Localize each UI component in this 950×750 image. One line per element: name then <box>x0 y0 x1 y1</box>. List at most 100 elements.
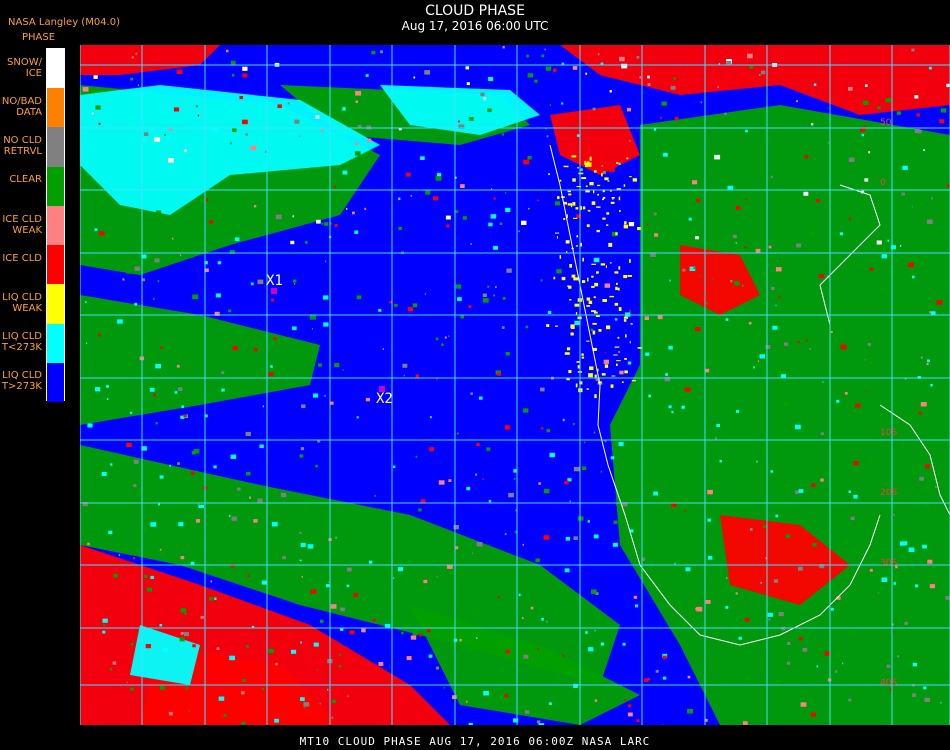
cloud-speckle <box>501 133 504 136</box>
cloud-speckle <box>424 293 426 295</box>
cloud-speckle <box>475 473 478 476</box>
cloud-speckle <box>130 77 134 81</box>
cloud-speckle <box>335 536 337 539</box>
cloud-speckle <box>180 632 184 635</box>
cloud-speckle <box>541 618 544 621</box>
cloud-speckle <box>796 100 798 103</box>
cloud-speckle <box>564 480 569 485</box>
cloud-speckle <box>912 662 917 667</box>
cloud-speckle <box>911 48 915 52</box>
cloud-speckle <box>876 240 882 245</box>
cloud-speckle <box>612 197 614 200</box>
cloud-speckle <box>219 549 221 552</box>
cloud-speckle <box>596 229 600 233</box>
cloud-speckle <box>543 488 550 494</box>
cloud-speckle <box>809 231 815 237</box>
cloud-speckle <box>133 557 136 560</box>
cloud-speckle <box>405 579 410 583</box>
cloud-speckle <box>578 172 584 175</box>
cloud-speckle <box>559 179 562 182</box>
cloud-speckle <box>834 653 841 658</box>
cloud-speckle <box>682 622 687 626</box>
cloud-speckle <box>155 422 158 425</box>
cloud-speckle <box>98 122 101 125</box>
cloud-speckle <box>527 156 532 160</box>
cloud-speckle <box>570 332 574 336</box>
cloud-speckle <box>742 721 748 725</box>
cloud-speckle <box>563 218 566 220</box>
cloud-speckle <box>538 482 541 485</box>
cloud-speckle <box>870 470 872 473</box>
cloud-speckle <box>543 535 550 540</box>
cloud-speckle <box>549 452 556 458</box>
legend-swatch <box>47 88 64 128</box>
cloud-speckle <box>594 629 596 632</box>
cloud-speckle <box>633 595 638 599</box>
cloud-speckle <box>497 596 500 599</box>
cloud-speckle <box>592 322 597 325</box>
cloud-speckle <box>887 239 890 242</box>
cloud-speckle <box>523 408 529 413</box>
cloud-speckle <box>724 112 727 115</box>
cloud-speckle <box>946 83 950 88</box>
cloud-speckle <box>864 358 866 361</box>
legend-label: NO/BAD DATA <box>1 95 42 118</box>
cloud-speckle <box>394 303 398 307</box>
cloud-speckle <box>546 620 548 623</box>
cloud-speckle <box>607 180 610 182</box>
cloud-speckle <box>126 270 131 274</box>
cloud-speckle <box>627 361 632 365</box>
cloud-speckle <box>241 691 245 695</box>
cloud-speckle <box>874 616 875 618</box>
cloud-speckle <box>135 52 138 55</box>
cloud-speckle <box>914 129 920 133</box>
cloud-speckle <box>301 404 306 409</box>
cloud-speckle <box>102 197 105 200</box>
legend-label: LIQ CLD WEAK <box>2 291 42 314</box>
cloud-speckle <box>410 194 412 197</box>
cloud-speckle <box>354 230 359 234</box>
cloud-speckle <box>528 207 530 210</box>
cloud-speckle <box>744 617 750 622</box>
cloud-speckle <box>518 230 520 233</box>
cloud-speckle <box>493 197 496 200</box>
cloud-speckle <box>209 220 214 224</box>
cloud-speckle <box>811 483 816 487</box>
cloud-speckle <box>572 202 576 206</box>
cloud-speckle <box>424 70 431 75</box>
cloud-speckle <box>646 223 649 226</box>
cloud-speckle <box>844 392 848 395</box>
cloud-speckle <box>868 459 873 463</box>
cloud-speckle <box>591 201 596 205</box>
legend-swatch <box>47 127 64 167</box>
cloud-speckle <box>482 293 487 297</box>
cloud-speckle <box>624 698 627 701</box>
cloud-speckle <box>361 628 366 633</box>
cloud-speckle <box>857 525 863 530</box>
cloud-speckle <box>523 159 530 165</box>
cloud-speckle <box>593 534 599 539</box>
cloud-speckle <box>775 514 779 518</box>
cloud-speckle <box>687 675 691 679</box>
cloud-speckle <box>556 269 562 274</box>
cloud-speckle <box>480 92 485 97</box>
cloud-speckle <box>116 581 118 584</box>
cloud-speckle <box>126 442 132 448</box>
cloud-speckle <box>600 642 605 646</box>
cloud-speckle <box>927 359 930 363</box>
cloud-speckle <box>453 638 458 642</box>
cloud-speckle <box>206 340 208 342</box>
cloud-speckle <box>610 201 615 204</box>
cloud-speckle <box>342 170 348 175</box>
cloud-speckle <box>670 85 676 90</box>
cloud-speckle <box>604 364 609 368</box>
cloud-speckle <box>614 271 619 274</box>
cloud-speckle <box>945 596 950 600</box>
cloud-speckle <box>546 324 550 327</box>
cloud-speckle <box>541 54 545 58</box>
cloud-speckle <box>767 612 773 617</box>
cloud-speckle <box>91 112 94 115</box>
cloud-speckle <box>602 299 607 302</box>
cloud-speckle <box>726 61 732 66</box>
cloud-speckle <box>915 584 919 588</box>
